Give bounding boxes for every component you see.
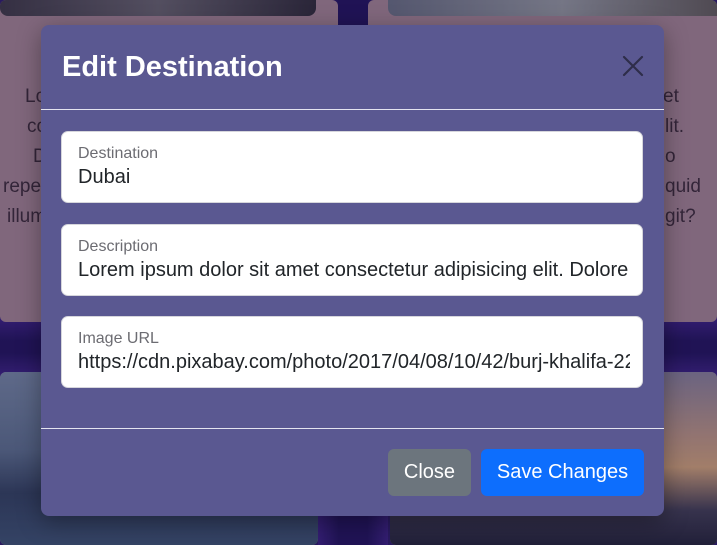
destination-input[interactable] — [78, 166, 630, 189]
modal-footer: Close Save Changes — [41, 428, 664, 517]
edit-destination-modal: Edit Destination Destination Description… — [41, 25, 664, 516]
modal-title: Edit Destination — [62, 51, 283, 83]
modal-header: Edit Destination — [41, 25, 664, 110]
description-input[interactable] — [78, 259, 630, 282]
image-url-input[interactable] — [78, 351, 630, 374]
close-button[interactable]: Close — [388, 449, 471, 496]
close-icon[interactable] — [621, 54, 645, 78]
image-url-label: Image URL — [78, 330, 159, 347]
description-field[interactable]: Description — [61, 224, 643, 296]
image-url-field[interactable]: Image URL — [61, 316, 643, 388]
save-changes-button[interactable]: Save Changes — [481, 449, 644, 496]
destination-field[interactable]: Destination — [61, 131, 643, 203]
description-label: Description — [78, 238, 159, 255]
destination-label: Destination — [78, 145, 159, 162]
modal-body: Destination Description Image URL — [41, 110, 664, 428]
